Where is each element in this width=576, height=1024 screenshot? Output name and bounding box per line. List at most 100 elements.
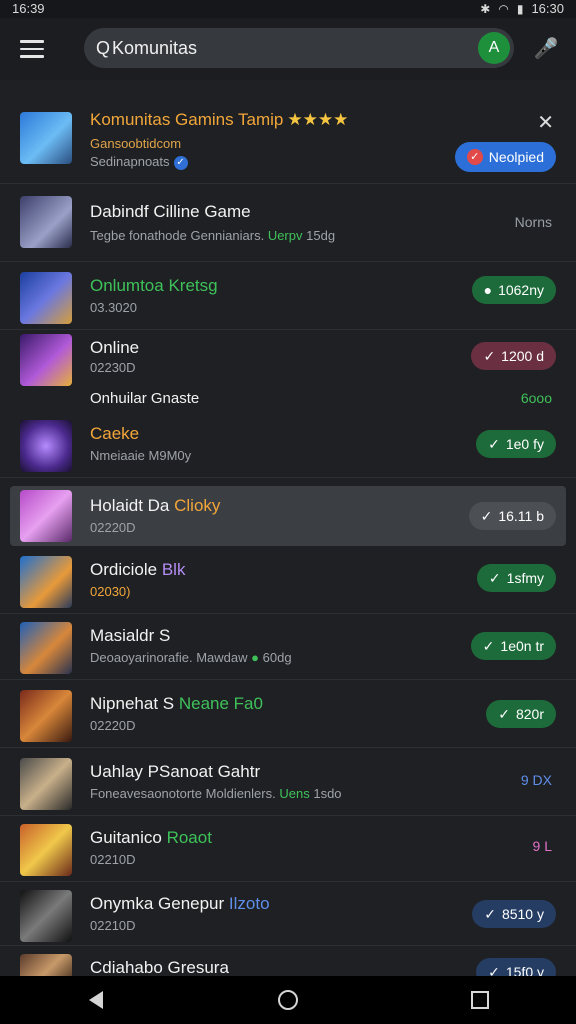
status-time-right: 16:30 — [531, 1, 564, 16]
search-icon: Q — [96, 37, 111, 58]
item-action-label: 820r — [515, 706, 544, 722]
list-item[interactable]: Onymka Genepur Ilzoto 02210D ✓ 8510 y — [0, 882, 576, 946]
featured-subtitle-2-text: Sedinapnoats — [90, 154, 170, 169]
item-subtitle: Tegbe fonathode Gennianiars. Uerpv 15dg — [90, 228, 335, 243]
battery-icon: ▮ — [516, 1, 524, 16]
featured-subtitle-1: Gansoobtidcom — [90, 136, 182, 151]
item-subtitle: Nmeiaaie M9M0y — [90, 448, 192, 463]
item-title-extra: Clioky — [174, 496, 221, 515]
list-item[interactable]: Dabindf Cilline Game Tegbe fonathode Gen… — [0, 184, 576, 262]
game-thumbnail — [20, 690, 72, 742]
item-subtitle: 03.3020 — [90, 300, 137, 315]
item-subtitle-tail: 60dg — [262, 650, 292, 665]
item-subtitle-tail: 15dg — [306, 228, 336, 243]
item-status: 9 DX — [520, 772, 552, 788]
search-go-button[interactable]: A — [478, 32, 510, 64]
leaf-icon: ● — [251, 650, 260, 665]
featured-card[interactable]: Komunitas Gamins Tamip ★★★★ Gansoobtidcom… — [0, 96, 576, 184]
item-title-text: Nipnehat S — [90, 694, 175, 713]
item-title: Onymka Genepur Ilzoto — [90, 894, 270, 914]
item-status: 9 L — [532, 838, 552, 854]
list-item[interactable]: Guitanico Roaot 02210D 9 L — [0, 816, 576, 882]
check-icon: ✓ — [480, 507, 493, 524]
item-title: Holaidt Da Clioky — [90, 496, 220, 516]
game-thumbnail — [20, 890, 72, 942]
list-item[interactable]: Masialdr S Deoaoyarinorafie. Mawdaw ● 60… — [0, 614, 576, 680]
item-action-button[interactable]: ✓ 820r — [486, 700, 556, 728]
item-title-extra: Kretsg — [168, 276, 218, 295]
item-action-button[interactable]: ✓ 1e0 fy — [476, 430, 556, 458]
item-subtitle: 02030) — [90, 584, 131, 599]
featured-thumbnail — [20, 112, 72, 164]
list-item-selected[interactable]: Holaidt Da Clioky 02220D ✓ 16.11 b — [10, 486, 566, 546]
list-item[interactable]: Uahlay PSanoat Gahtr Foneavesaonotorte M… — [0, 748, 576, 816]
go-icon: A — [488, 39, 500, 56]
game-thumbnail — [20, 490, 72, 542]
list-item[interactable]: Ordiciole Blk 02030) ✓ 1sfmy — [0, 546, 576, 614]
game-thumbnail — [20, 758, 72, 810]
item-subtitle: 02210D — [90, 852, 136, 867]
item-status: Norns — [514, 214, 552, 230]
list-item[interactable]: Onhuilar Gnaste 6ooo — [0, 388, 576, 414]
item-subtitle-text: Foneavesaonotorte Moldienlers. — [90, 786, 276, 801]
featured-title: Komunitas Gamins Tamip ★★★★ — [90, 110, 348, 130]
game-thumbnail — [20, 420, 72, 472]
item-title: Ordiciole Blk — [90, 560, 185, 580]
item-action-label: 16.11 b — [498, 508, 544, 524]
item-title-extra: Neane Fa0 — [178, 694, 263, 713]
featured-action-label: Neolpied — [488, 149, 544, 165]
list-item[interactable]: Onlumtoa Kretsg 03.3020 ● 1062ny — [0, 262, 576, 330]
item-subtitle-text: Deoaoyarinorafie. Mawdaw — [90, 650, 248, 665]
item-action-button[interactable]: ● 1062ny — [471, 276, 556, 304]
item-title-text: Masialdr — [90, 626, 155, 645]
item-action-button[interactable]: ✓ 1e0n tr — [470, 632, 556, 660]
game-thumbnail — [20, 824, 72, 876]
menu-icon[interactable] — [20, 40, 44, 58]
search-input[interactable] — [110, 37, 473, 59]
item-action-label: 1e0n tr — [500, 638, 544, 654]
item-subtitle: 02220D — [90, 520, 136, 535]
item-title-extra: S — [158, 626, 171, 645]
item-subtitle: 02220D — [90, 718, 136, 733]
game-thumbnail — [20, 272, 72, 324]
item-title: Onlumtoa Kretsg — [90, 276, 218, 296]
search-bar[interactable]: Q A — [84, 28, 514, 68]
voice-icon[interactable]: 🎤 — [533, 36, 559, 62]
list-item[interactable]: Online 02230D ✓ 1200 d — [0, 330, 576, 388]
home-icon[interactable] — [268, 980, 308, 1020]
list-item[interactable]: Nipnehat S Neane Fa0 02220D ✓ 820r — [0, 680, 576, 748]
item-action-label: 1sfmy — [506, 570, 544, 586]
featured-title-text: Komunitas Gamins Tamip — [90, 110, 284, 129]
wifi-icon: ◠ — [498, 1, 509, 16]
item-action-button[interactable]: ✓ 16.11 b — [468, 502, 556, 530]
item-action-button[interactable]: ✓ 1200 d — [471, 342, 556, 370]
list-item[interactable]: Caeke Nmeiaaie M9M0y ✓ 1e0 fy — [0, 414, 576, 478]
results-list: Komunitas Gamins Tamip ★★★★ Gansoobtidcom… — [0, 96, 576, 990]
item-action-button[interactable]: ✓ 1sfmy — [476, 564, 556, 592]
check-icon: ✓ — [498, 705, 510, 722]
featured-action-button[interactable]: ✓ Neolpied — [454, 142, 556, 172]
status-time: 16:39 — [12, 1, 45, 16]
check-icon: ✓ — [484, 905, 496, 922]
check-icon: ✓ — [483, 347, 496, 364]
item-subtitle: 02230D — [90, 360, 136, 375]
item-title-text: Onymka Genepur — [90, 894, 225, 913]
item-status: 6ooo — [520, 390, 552, 406]
item-title: Uahlay PSanoat Gahtr — [90, 762, 261, 781]
item-title-extra: Blk — [161, 560, 186, 579]
system-nav-bar — [0, 976, 576, 1024]
bluetooth-icon: ✱ — [480, 1, 491, 16]
item-subtitle-tail: 1sdo — [313, 786, 342, 801]
recents-icon[interactable] — [460, 980, 500, 1020]
check-circle-icon: ✓ — [466, 149, 483, 165]
back-icon[interactable] — [76, 980, 116, 1020]
item-action-button[interactable]: ✓ 8510 y — [472, 900, 556, 928]
badge-icon: ● — [483, 282, 493, 298]
close-icon[interactable]: ✕ — [537, 110, 554, 135]
top-app-bar: Q A 🎤 — [0, 18, 576, 80]
item-action-label: 8510 y — [501, 906, 544, 922]
item-title: Masialdr S — [90, 626, 170, 646]
status-icons: ✱ ◠ ▮ 16:30 — [480, 1, 564, 16]
item-title-text: Ordiciole — [90, 560, 158, 579]
featured-stars: ★★★★ — [287, 110, 349, 129]
